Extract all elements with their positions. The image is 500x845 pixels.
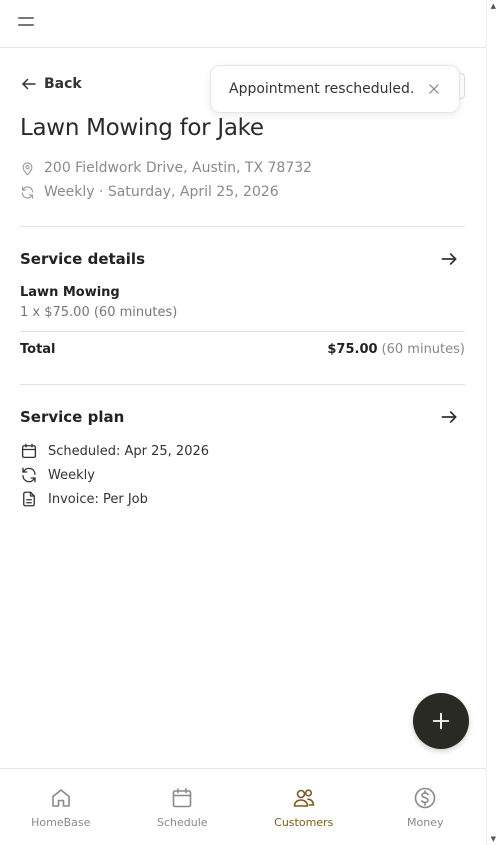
users-icon [293,789,315,807]
app-window: Back Lawn Mowing for Jake 200 Fieldwork … [0,0,486,845]
hamburger-menu-icon[interactable] [18,17,34,29]
arrow-left-icon [22,78,36,90]
nav-item-homebase[interactable]: HomeBase [0,769,122,845]
total-value: $75.00 (60 minutes) [327,342,465,357]
repeat-icon [22,467,36,483]
service-plan-title: Service plan [20,408,125,426]
divider [20,384,465,385]
plan-row-invoice: Invoice: Per Job [20,490,148,508]
page-title: Lawn Mowing for Jake [20,115,264,141]
toast-message: Appointment rescheduled. [229,81,415,97]
service-details-title: Service details [20,250,145,268]
service-details-arrow-icon[interactable] [439,249,459,269]
total-duration: (60 minutes) [381,342,465,357]
service-item-detail: 1 x $75.00 (60 minutes) [20,305,178,320]
scroll-up-icon[interactable]: ▲ [491,2,496,10]
divider [20,226,465,227]
divider [20,331,465,332]
plan-row-scheduled: Scheduled: Apr 25, 2026 [20,442,209,460]
nav-item-label: Customers [274,816,334,829]
nav-item-money[interactable]: Money [365,769,487,845]
scroll-down-icon[interactable]: ▼ [491,835,496,843]
back-button[interactable]: Back [20,75,82,93]
total-amount: $75.00 [327,342,378,357]
nav-item-label: Schedule [156,816,208,829]
document-icon [23,491,35,507]
plan-row-recurrence: Weekly [20,466,95,484]
plan-row-text: Invoice: Per Job [48,491,148,507]
nav-item-customers[interactable]: Customers [243,769,365,845]
calendar-icon [172,788,192,808]
calendar-icon [21,443,37,459]
recurrence-row: Weekly · Saturday, April 25, 2026 [20,184,279,200]
scrollbar[interactable]: ▲ ▼ [486,0,500,845]
nav-item-label: HomeBase [31,816,91,829]
total-label: Total [20,342,56,357]
address-row: 200 Fieldwork Drive, Austin, TX 78732 [20,160,312,176]
back-label: Back [44,76,82,92]
plus-icon [432,712,450,730]
service-item-name: Lawn Mowing [20,285,120,300]
add-button[interactable] [413,693,469,749]
nav-item-label: Money [407,816,444,829]
address-text: 200 Fieldwork Drive, Austin, TX 78732 [44,160,313,176]
recurrence-text: Weekly · Saturday, April 25, 2026 [44,184,279,200]
dollar-icon [414,787,436,809]
home-icon [51,789,70,807]
repeat-icon [21,185,34,199]
map-pin-icon [22,161,33,175]
nav-item-schedule[interactable]: Schedule [122,769,244,845]
toast-notification: Appointment rescheduled. [210,65,460,113]
plan-row-text: Weekly [48,467,95,483]
close-icon[interactable] [427,82,441,96]
bottom-nav: HomeBase Schedule Customers Money [0,768,486,845]
plan-row-text: Scheduled: Apr 25, 2026 [48,443,210,459]
service-plan-arrow-icon[interactable] [439,407,459,427]
top-bar [0,0,486,48]
